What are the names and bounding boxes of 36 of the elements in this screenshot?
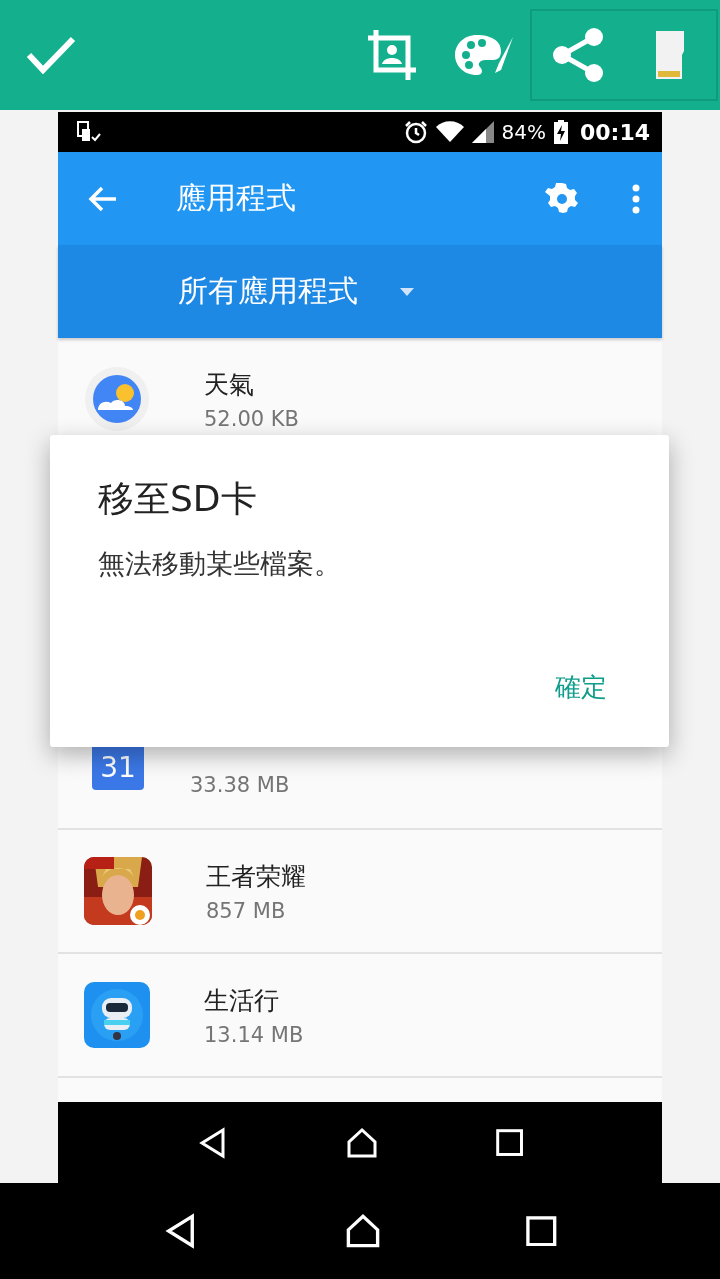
- device-check-icon: [76, 121, 102, 143]
- back-arrow-icon[interactable]: [88, 185, 118, 212]
- robot-app-icon: [84, 982, 150, 1048]
- calendar-app-icon: 31: [92, 744, 144, 790]
- wifi-icon: [435, 121, 464, 143]
- clock: 00:14: [579, 119, 650, 145]
- battery-percent: 84%: [501, 120, 546, 144]
- signal-icon: [471, 121, 494, 143]
- recents-icon[interactable]: [496, 1128, 524, 1157]
- palette-icon: [453, 33, 515, 77]
- battery-charging-icon: [553, 120, 568, 144]
- weather-app-icon: [84, 366, 150, 432]
- app-list-item[interactable]: 生活行 13.14 MB: [58, 954, 662, 1078]
- app-list-item[interactable]: 王者荣耀 857 MB: [58, 830, 662, 954]
- check-icon: [26, 36, 76, 74]
- app-bar-title: 應用程式: [176, 179, 297, 217]
- app-name: 生活行: [204, 984, 280, 1017]
- app-name: 天氣: [204, 368, 255, 401]
- dialog-message: 無法移動某些檔案。: [98, 547, 342, 581]
- app-size: 857 MB: [206, 898, 287, 923]
- more-options-icon[interactable]: [632, 183, 640, 214]
- crop-icon: [366, 28, 418, 82]
- done-button[interactable]: [26, 36, 76, 74]
- home-icon[interactable]: [344, 1213, 381, 1249]
- home-icon[interactable]: [346, 1126, 379, 1159]
- app-name: 王者荣耀: [206, 860, 306, 893]
- sd-card-icon: [654, 31, 686, 79]
- share-icon: [552, 27, 604, 83]
- app-size: 33.38 MB: [190, 772, 290, 797]
- app-size: 52.00 KB: [204, 406, 299, 431]
- dialog-title: 移至SD卡: [98, 477, 258, 521]
- app-size: 13.14 MB: [204, 1022, 304, 1047]
- alarm-icon: [403, 120, 428, 144]
- dropdown-caret-icon: [400, 287, 414, 296]
- recents-icon[interactable]: [526, 1215, 558, 1247]
- filter-dropdown[interactable]: 所有應用程式: [178, 271, 414, 312]
